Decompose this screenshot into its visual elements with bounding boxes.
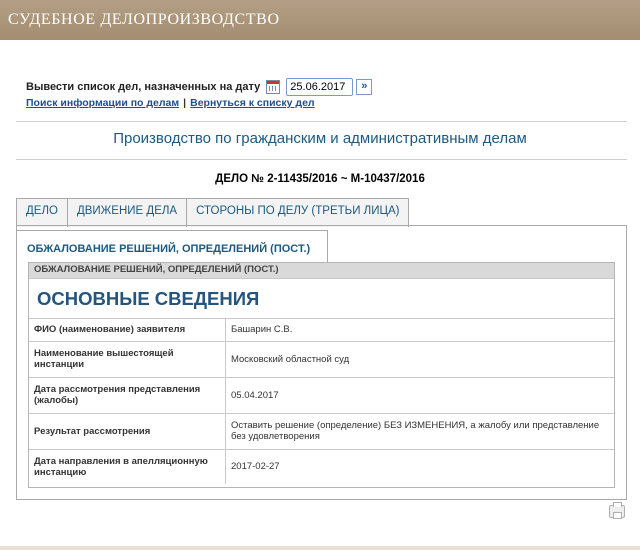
footer-bar (0, 546, 640, 550)
tab-case[interactable]: ДЕЛО (16, 198, 68, 227)
link-separator: | (183, 97, 187, 109)
search-cases-link[interactable]: Поиск информации по делам (26, 97, 179, 109)
row-key: Наименование вышестоящей инстанции (29, 341, 226, 378)
tab-parties[interactable]: СТОРОНЫ ПО ДЕЛУ (ТРЕТЬИ ЛИЦА) (186, 198, 410, 227)
info-table: ФИО (наименование) заявителя Башарин С.В… (29, 319, 614, 484)
row-value: Башарин С.В. (225, 319, 614, 342)
row-key: Дата рассмотрения представления (жалобы) (29, 377, 226, 414)
table-row: ФИО (наименование) заявителя Башарин С.В… (29, 319, 614, 342)
box-title: ОСНОВНЫЕ СВЕДЕНИЯ (29, 279, 614, 319)
box-header: ОБЖАЛОВАНИЕ РЕШЕНИЙ, ОПРЕДЕЛЕНИЙ (ПОСТ.) (29, 263, 614, 279)
table-row: Результат рассмотрения Оставить решение … (29, 413, 614, 450)
nav-links: Поиск информации по делам | Вернуться к сп… (26, 97, 315, 109)
divider (16, 121, 627, 122)
tab-appeal[interactable]: ОБЖАЛОВАНИЕ РЕШЕНИЙ, ОПРЕДЕЛЕНИЙ (ПОСТ.) (16, 230, 328, 262)
date-filter: Вывести список дел, назначенных на дату … (26, 78, 373, 96)
case-number: ДЕЛО № 2-11435/2016 ~ М-10437/2016 (215, 173, 425, 185)
section-title: Производство по гражданским и администра… (113, 130, 527, 147)
row-key: Дата направления в апелляционную инстанц… (29, 449, 226, 484)
date-filter-label: Вывести список дел, назначенных на дату (26, 81, 261, 93)
calendar-icon[interactable] (266, 80, 281, 94)
table-row: Дата направления в апелляционную инстанц… (29, 449, 614, 484)
appeal-info-box: ОБЖАЛОВАНИЕ РЕШЕНИЙ, ОПРЕДЕЛЕНИЙ (ПОСТ.)… (28, 262, 615, 488)
row-value: 05.04.2017 (225, 377, 614, 414)
back-to-list-link[interactable]: Вернуться к списку дел (190, 97, 314, 109)
row-key: Результат рассмотрения (29, 413, 226, 450)
date-input[interactable] (286, 78, 354, 96)
case-tabs: ДЕЛО ДВИЖЕНИЕ ДЕЛА СТОРОНЫ ПО ДЕЛУ (ТРЕТ… (16, 198, 410, 227)
site-title: СУДЕБНОЕ ДЕЛОПРОИЗВОДСТВО (8, 11, 280, 28)
printer-icon[interactable] (609, 502, 625, 519)
row-value: 2017-02-27 (231, 461, 280, 473)
table-row: Наименование вышестоящей инстанции Моско… (29, 341, 614, 378)
site-header: СУДЕБНОЕ ДЕЛОПРОИЗВОДСТВО (0, 0, 640, 40)
go-button[interactable]: » (356, 79, 373, 95)
row-value: Оставить решение (определение) БЕЗ ИЗМЕН… (225, 413, 614, 450)
divider (16, 159, 627, 160)
row-value: Московский областной суд (225, 341, 614, 378)
table-row: Дата рассмотрения представления (жалобы)… (29, 377, 614, 414)
row-key: ФИО (наименование) заявителя (29, 319, 226, 342)
tab-case-movement[interactable]: ДВИЖЕНИЕ ДЕЛА (66, 198, 188, 227)
